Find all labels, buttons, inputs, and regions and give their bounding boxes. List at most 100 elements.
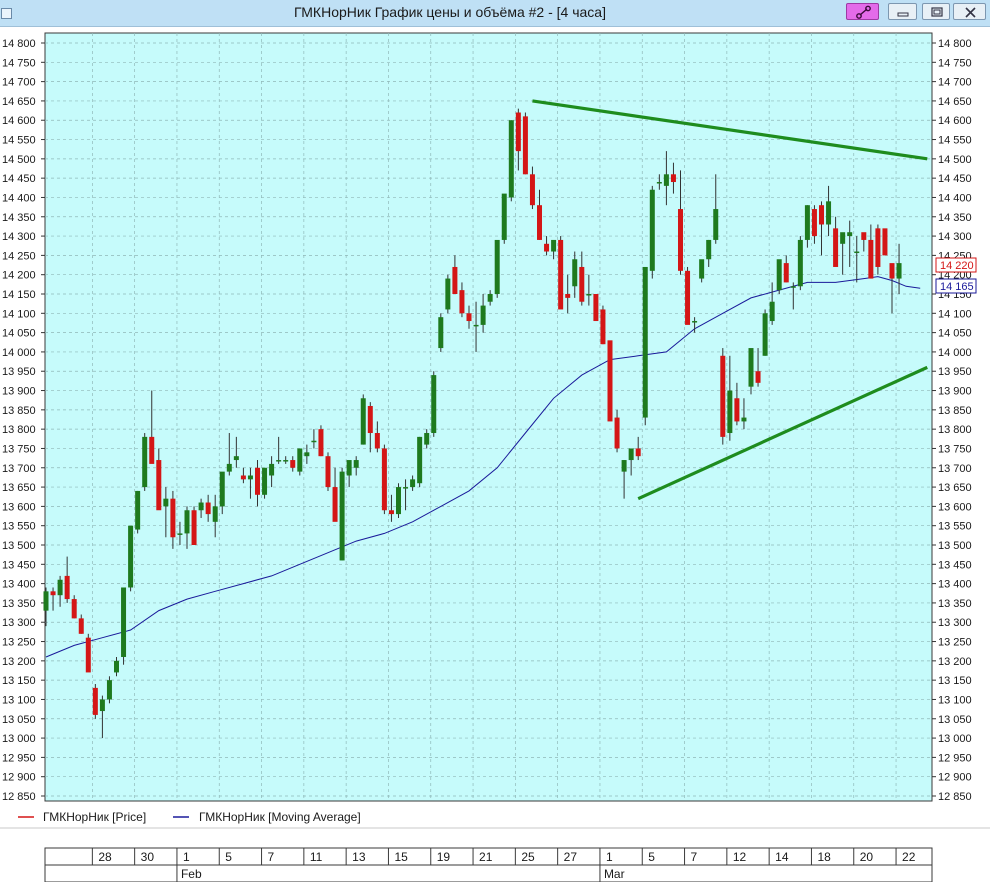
candle-body	[508, 120, 514, 198]
candle-body	[614, 417, 620, 449]
candle-body	[297, 448, 303, 472]
candle-body	[586, 294, 592, 296]
candle-body	[600, 309, 606, 345]
candle-body	[515, 112, 521, 152]
y-tick-label-right: 13 650	[938, 482, 972, 494]
candle-body	[727, 390, 733, 434]
candle-body	[57, 579, 63, 596]
plot-area[interactable]	[44, 32, 933, 802]
price-chart[interactable]: 12 850 12 900 12 950 13 000 13 050 13 100 13 1…	[0, 26, 990, 882]
candle-body	[755, 371, 761, 383]
candle-body	[804, 205, 810, 240]
y-tick-label-left: 14 650	[2, 96, 36, 108]
candle-body	[353, 460, 359, 468]
y-tick-label-right: 12 950	[938, 752, 972, 764]
candle-body	[346, 460, 352, 476]
candle-body	[99, 699, 105, 712]
y-tick-label-right: 13 250	[938, 637, 972, 649]
candle-body	[642, 266, 648, 418]
candle-body	[339, 471, 345, 561]
candle-body	[826, 201, 832, 225]
legend: ГМКНорНик [Price] ГМКНорНик [Moving Aver…	[18, 810, 361, 824]
candle-body	[290, 460, 296, 468]
candle-body	[790, 286, 796, 288]
candle-body	[226, 463, 232, 472]
y-tick-label-left: 13 300	[2, 617, 36, 629]
x-day-label: 5	[648, 850, 655, 864]
x-month-label: Feb	[181, 867, 202, 881]
y-tick-label-right: 14 650	[938, 96, 972, 108]
candle-body	[833, 228, 839, 267]
candle-body	[494, 239, 500, 294]
candle-body	[360, 398, 366, 445]
x-axis: 28 30 1 5 7 11 13 15 19 21 25 27 1 5 7 12 14 18 20 22Feb Mar	[44, 847, 933, 882]
candle-body	[678, 209, 683, 271]
candle-body	[43, 591, 49, 611]
candle-body	[466, 313, 472, 322]
candle-body	[685, 270, 691, 325]
x-day-label: 11	[310, 850, 323, 864]
maximize-button[interactable]	[922, 3, 950, 20]
candle-body	[607, 340, 613, 422]
candle-body	[163, 498, 169, 507]
y-tick-label-left: 13 350	[2, 598, 36, 610]
y-tick-label-left: 13 650	[2, 482, 36, 494]
y-axis-left: 12 850 12 900 12 950 13 000 13 050 13 100 13 1…	[2, 38, 45, 803]
x-day-label: 12	[733, 850, 747, 864]
y-tick-label-left: 12 850	[2, 791, 36, 803]
y-tick-label-left: 14 150	[2, 289, 36, 301]
y-tick-label-left: 13 400	[2, 579, 36, 591]
candle-body	[64, 575, 70, 600]
candle-body	[240, 475, 246, 480]
y-tick-label-left: 13 550	[2, 521, 36, 533]
candle-body	[262, 467, 268, 495]
ma-value-tag: 14 165	[940, 281, 974, 293]
candle-body	[593, 294, 599, 322]
candle-body	[896, 263, 902, 279]
y-tick-label-right: 13 300	[938, 617, 972, 629]
y-tick-label-right: 13 500	[938, 540, 972, 552]
candle-body	[318, 429, 324, 457]
candle-body	[544, 243, 550, 252]
candle-body	[184, 510, 190, 534]
minimize-button[interactable]	[888, 3, 917, 20]
x-day-label: 1	[183, 850, 190, 864]
candle-body	[367, 405, 373, 434]
candle-body	[445, 278, 451, 310]
y-tick-label-right: 14 000	[938, 347, 972, 359]
x-day-label: 5	[225, 850, 232, 864]
close-button[interactable]	[953, 3, 986, 20]
candle-body	[410, 479, 416, 488]
candle-body	[670, 174, 676, 183]
candle-body	[459, 290, 465, 314]
y-tick-label-right: 14 600	[938, 115, 972, 127]
x-day-label: 27	[564, 850, 578, 864]
x-month-label: Mar	[604, 867, 625, 881]
candle-body	[114, 660, 119, 673]
candle-body	[706, 239, 712, 260]
x-day-label: 21	[479, 850, 493, 864]
y-tick-label-left: 14 100	[2, 308, 36, 320]
y-tick-label-left: 13 900	[2, 386, 36, 398]
y-tick-label-right: 14 550	[938, 135, 972, 147]
y-tick-label-left: 12 950	[2, 752, 36, 764]
y-tick-label-right: 13 750	[938, 443, 972, 455]
candle-body	[276, 460, 282, 462]
candle-body	[699, 259, 705, 279]
candle-body	[621, 460, 627, 472]
y-tick-label-right: 14 050	[938, 328, 972, 340]
window-titlebar: ГМКНорНик График цены и объёма #2 - [4 ч…	[0, 0, 990, 27]
y-tick-label-left: 14 600	[2, 115, 36, 127]
candle-body	[269, 463, 275, 476]
x-day-label: 20	[860, 850, 874, 864]
candle-body	[417, 436, 423, 484]
candle-body	[649, 189, 655, 271]
candle-body	[811, 209, 817, 237]
y-tick-label-left: 14 700	[2, 77, 36, 89]
candle-body	[85, 637, 91, 673]
y-tick-label-right: 12 850	[938, 791, 972, 803]
y-tick-label-left: 13 200	[2, 656, 36, 668]
candle-body	[198, 502, 204, 511]
pin-button[interactable]	[846, 3, 879, 20]
candle-body	[78, 618, 84, 634]
